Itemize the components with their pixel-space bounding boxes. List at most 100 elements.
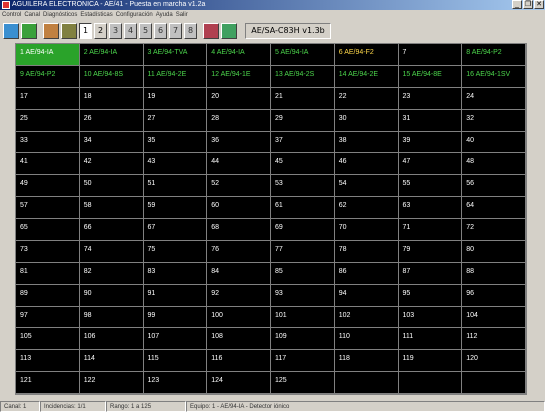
device-cell[interactable]: 20 <box>207 87 271 110</box>
device-cell[interactable]: 60 <box>207 197 271 219</box>
device-cell[interactable]: 77 <box>271 240 335 263</box>
menu-ayuda[interactable]: Ayuda <box>156 10 176 20</box>
device-cell[interactable]: 114 <box>79 350 144 373</box>
device-cell[interactable]: 92 <box>207 284 271 307</box>
device-cell[interactable]: 40 <box>462 131 526 154</box>
device-cell[interactable]: 1 AE/94-IA <box>16 44 80 66</box>
device-cell[interactable]: 80 <box>462 240 526 263</box>
exit-icon[interactable] <box>221 23 237 39</box>
device-cell[interactable]: 118 <box>334 350 399 373</box>
device-cell[interactable]: 123 <box>143 372 208 394</box>
device-cell[interactable]: 82 <box>79 262 144 285</box>
device-cell[interactable]: 68 <box>207 219 271 241</box>
device-cell[interactable]: 120 <box>462 350 526 373</box>
device-cell[interactable]: 24 <box>462 87 526 110</box>
device-cell[interactable]: 70 <box>334 219 399 241</box>
device-cell[interactable]: 39 <box>398 131 463 154</box>
device-cell[interactable]: 48 <box>462 153 526 176</box>
close-button[interactable]: ✕ <box>534 0 544 9</box>
device-cell[interactable]: 86 <box>334 262 399 285</box>
device-cell[interactable]: 53 <box>271 175 335 198</box>
device-cell[interactable]: 13 AE/94-2S <box>271 65 335 88</box>
device-cell[interactable]: 73 <box>16 240 80 263</box>
device-cell[interactable]: 97 <box>16 306 80 329</box>
page-button-6[interactable]: 6 <box>154 23 167 39</box>
device-cell[interactable]: 41 <box>16 153 80 176</box>
device-cell[interactable]: 17 <box>16 87 80 110</box>
page-button-3[interactable]: 3 <box>109 23 122 39</box>
device-cell[interactable]: 16 AE/94-1SV <box>462 65 526 88</box>
device-cell[interactable]: 52 <box>207 175 271 198</box>
device-cell[interactable]: 104 <box>462 306 526 329</box>
device-cell[interactable]: 95 <box>398 284 463 307</box>
device-cell[interactable]: 15 AE/94-8E <box>398 65 463 88</box>
device-cell[interactable]: 67 <box>143 219 208 241</box>
device-cell[interactable]: 69 <box>271 219 335 241</box>
device-cell[interactable]: 115 <box>143 350 208 373</box>
device-cell[interactable]: 38 <box>334 131 399 154</box>
device-cell[interactable]: 12 AE/94-1E <box>207 65 271 88</box>
device-cell[interactable]: 116 <box>207 350 271 373</box>
device-cell[interactable]: 94 <box>334 284 399 307</box>
restore-button[interactable]: ❐ <box>523 0 533 9</box>
device-cell[interactable]: 79 <box>398 240 463 263</box>
page-button-8[interactable]: 8 <box>184 23 197 39</box>
device-cell[interactable]: 89 <box>16 284 80 307</box>
page-button-4[interactable]: 4 <box>124 23 137 39</box>
device-cell[interactable]: 100 <box>207 306 271 329</box>
device-cell[interactable]: 61 <box>271 197 335 219</box>
device-cell[interactable]: 122 <box>79 372 144 394</box>
device-cell[interactable]: 25 <box>16 109 80 132</box>
device-cell[interactable]: 103 <box>398 306 463 329</box>
device-cell[interactable]: 106 <box>79 328 144 351</box>
device-cell[interactable]: 66 <box>79 219 144 241</box>
device-cell[interactable]: 32 <box>462 109 526 132</box>
page-button-1[interactable]: 1 <box>79 23 92 39</box>
title-bar[interactable]: AGUILERA ELECTRONICA - AE/41 - Puesta en… <box>0 0 545 10</box>
device-cell[interactable]: 14 AE/94-2E <box>334 65 399 88</box>
device-cell[interactable]: 113 <box>16 350 80 373</box>
device-cell[interactable]: 98 <box>79 306 144 329</box>
device-cell[interactable]: 3 AE/94-TVA <box>143 44 208 66</box>
device-cell[interactable]: 42 <box>79 153 144 176</box>
device-cell[interactable]: 121 <box>16 372 80 394</box>
device-cell[interactable]: 26 <box>79 109 144 132</box>
door-icon[interactable] <box>21 23 37 39</box>
device-cell[interactable]: 107 <box>143 328 208 351</box>
device-cell[interactable]: 108 <box>207 328 271 351</box>
device-cell[interactable]: 49 <box>16 175 80 198</box>
empty-cell[interactable] <box>334 372 399 394</box>
device-cell[interactable]: 10 AE/94-8S <box>79 65 144 88</box>
page-button-7[interactable]: 7 <box>169 23 182 39</box>
device-cell[interactable]: 58 <box>79 197 144 219</box>
device-cell[interactable]: 112 <box>462 328 526 351</box>
device-cell[interactable]: 119 <box>398 350 463 373</box>
device-cell[interactable]: 4 AE/94-IA <box>207 44 271 66</box>
device-cell[interactable]: 19 <box>143 87 208 110</box>
device-cell[interactable]: 45 <box>271 153 335 176</box>
device-cell[interactable]: 87 <box>398 262 463 285</box>
device-cell[interactable]: 101 <box>271 306 335 329</box>
device-cell[interactable]: 65 <box>16 219 80 241</box>
tools-icon[interactable] <box>61 23 77 39</box>
device-cell[interactable]: 33 <box>16 131 80 154</box>
device-cell[interactable]: 2 AE/94-IA <box>79 44 144 66</box>
device-cell[interactable]: 99 <box>143 306 208 329</box>
device-cell[interactable]: 54 <box>334 175 399 198</box>
device-cell[interactable]: 31 <box>398 109 463 132</box>
device-cell[interactable]: 102 <box>334 306 399 329</box>
device-cell[interactable]: 50 <box>79 175 144 198</box>
device-cell[interactable]: 7 <box>398 44 463 66</box>
device-cell[interactable]: 9 AE/94-P2 <box>16 65 80 88</box>
device-cell[interactable]: 125 <box>271 372 335 394</box>
device-cell[interactable]: 83 <box>143 262 208 285</box>
device-cell[interactable]: 23 <box>398 87 463 110</box>
device-cell[interactable]: 93 <box>271 284 335 307</box>
device-cell[interactable]: 59 <box>143 197 208 219</box>
device-cell[interactable]: 117 <box>271 350 335 373</box>
device-cell[interactable]: 43 <box>143 153 208 176</box>
device-cell[interactable]: 28 <box>207 109 271 132</box>
device-cell[interactable]: 55 <box>398 175 463 198</box>
device-cell[interactable]: 110 <box>334 328 399 351</box>
page-button-2[interactable]: 2 <box>94 23 107 39</box>
